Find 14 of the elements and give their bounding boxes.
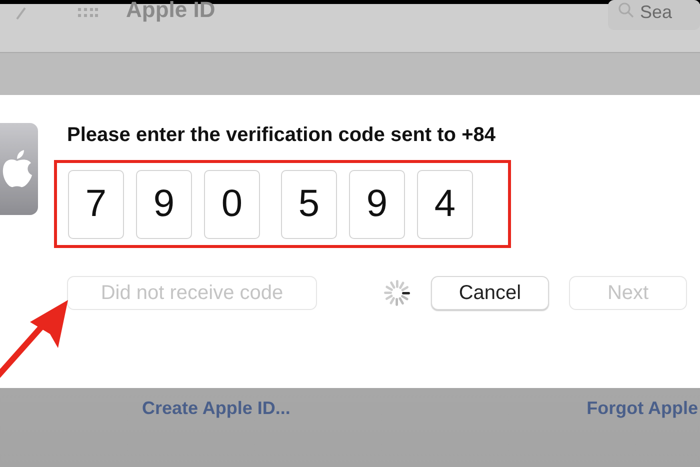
code-digit-field[interactable]: 7: [68, 170, 124, 238]
window-title: Apple ID: [126, 0, 216, 24]
search-placeholder: Sea: [640, 1, 672, 24]
code-digit-field[interactable]: 9: [349, 170, 405, 238]
dialog-button[interactable]: Cancel: [431, 276, 549, 310]
spinner-icon: [382, 278, 412, 308]
grid-icon[interactable]: [78, 8, 98, 18]
verification-message: Please enter the verification code sent to +84: [67, 123, 496, 148]
code-digit-field[interactable]: 0: [204, 170, 260, 238]
code-digit-field[interactable]: 9: [136, 170, 192, 238]
forward-icon[interactable]: [14, 6, 28, 20]
code-digit-field[interactable]: 4: [417, 170, 473, 238]
code-digit-field[interactable]: 5: [281, 170, 337, 238]
search-icon: [618, 2, 634, 18]
